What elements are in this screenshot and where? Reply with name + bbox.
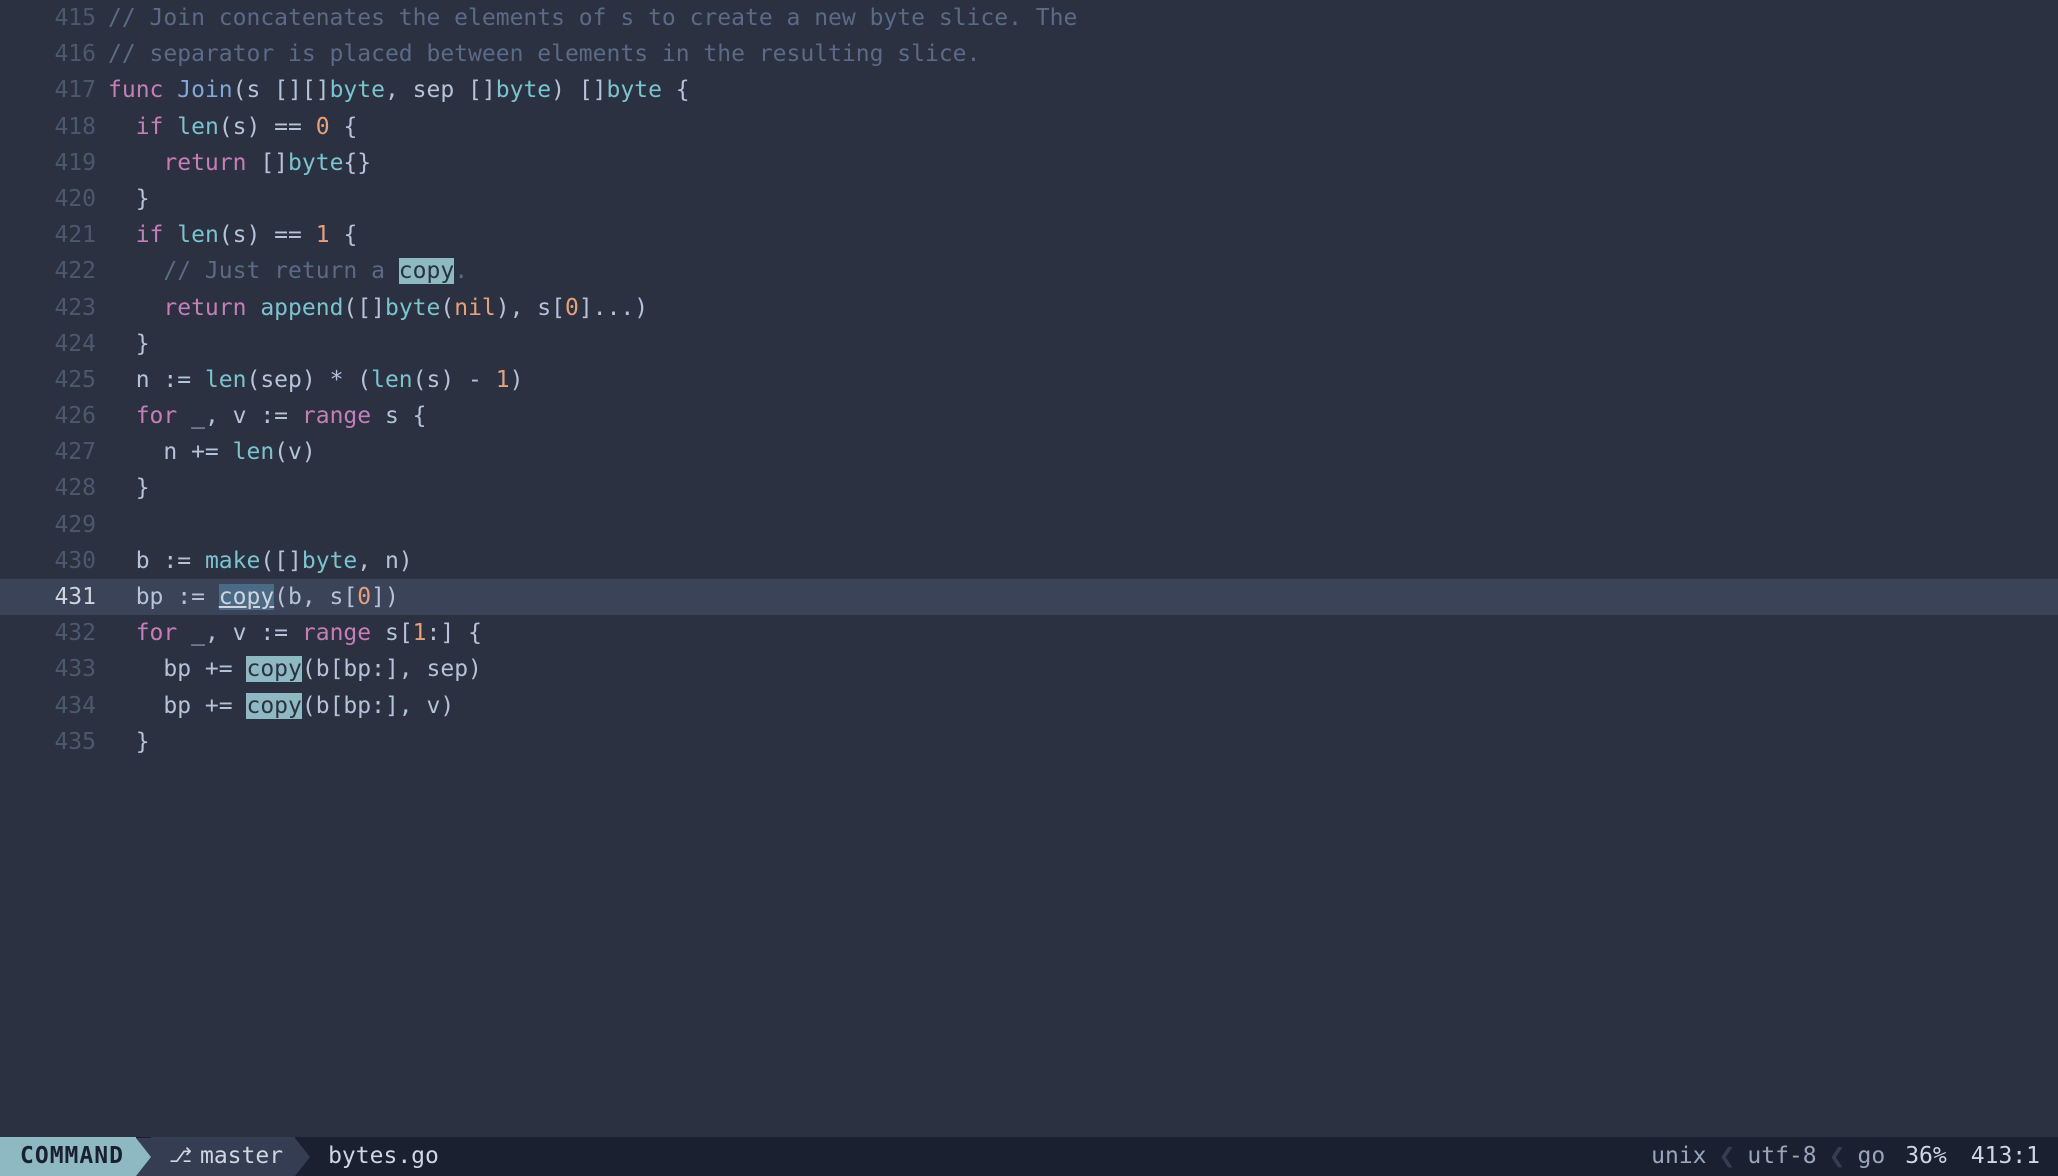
code-content[interactable]: return append([]byte(nil), s[0]...)	[108, 290, 2058, 326]
line-number: 418	[0, 109, 108, 145]
code-content[interactable]: bp += copy(b[bp:], sep)	[108, 651, 2058, 687]
code-line[interactable]: 421 if len(s) == 1 {	[0, 217, 2058, 253]
code-content[interactable]: n += len(v)	[108, 434, 2058, 470]
line-number: 417	[0, 72, 108, 108]
code-line[interactable]: 432 for _, v := range s[1:] {	[0, 615, 2058, 651]
code-content[interactable]: func Join(s [][]byte, sep []byte) []byte…	[108, 72, 2058, 108]
code-line[interactable]: 430 b := make([]byte, n)	[0, 543, 2058, 579]
code-content[interactable]: return []byte{}	[108, 145, 2058, 181]
line-number: 415	[0, 0, 108, 36]
code-line[interactable]: 428 }	[0, 470, 2058, 506]
line-number: 431	[0, 579, 108, 615]
code-line[interactable]: 429	[0, 507, 2058, 543]
mode-label: COMMAND	[20, 1138, 124, 1174]
code-line[interactable]: 416// separator is placed between elemen…	[0, 36, 2058, 72]
search-highlight: copy	[399, 258, 454, 284]
line-number: 425	[0, 362, 108, 398]
code-content[interactable]: // Join concatenates the elements of s t…	[108, 0, 2058, 36]
line-number: 424	[0, 326, 108, 362]
code-line[interactable]: 427 n += len(v)	[0, 434, 2058, 470]
code-content[interactable]: bp += copy(b[bp:], v)	[108, 688, 2058, 724]
search-highlight: copy	[246, 656, 301, 682]
filetype-label: go	[1850, 1138, 1894, 1174]
code-content[interactable]: }	[108, 724, 2058, 760]
branch-icon: ⎇	[169, 1137, 200, 1173]
code-line[interactable]: 423 return append([]byte(nil), s[0]...)	[0, 290, 2058, 326]
line-number: 427	[0, 434, 108, 470]
code-content[interactable]: for _, v := range s {	[108, 398, 2058, 434]
code-content[interactable]: }	[108, 181, 2058, 217]
code-content[interactable]: for _, v := range s[1:] {	[108, 615, 2058, 651]
search-highlight: copy	[246, 693, 301, 719]
code-line[interactable]: 433 bp += copy(b[bp:], sep)	[0, 651, 2058, 687]
line-number: 432	[0, 615, 108, 651]
search-highlight: copy	[219, 584, 274, 610]
code-content[interactable]: }	[108, 326, 2058, 362]
filename-segment: bytes.go	[310, 1137, 451, 1176]
code-content[interactable]: if len(s) == 1 {	[108, 217, 2058, 253]
line-number: 419	[0, 145, 108, 181]
code-line[interactable]: 434 bp += copy(b[bp:], v)	[0, 688, 2058, 724]
line-number: 433	[0, 651, 108, 687]
code-line[interactable]: 419 return []byte{}	[0, 145, 2058, 181]
position-label: 413:1	[1959, 1138, 2058, 1174]
code-content[interactable]: b := make([]byte, n)	[108, 543, 2058, 579]
code-line[interactable]: 418 if len(s) == 0 {	[0, 109, 2058, 145]
branch-segment: ⎇ master	[151, 1137, 295, 1176]
code-content[interactable]: n := len(sep) * (len(s) - 1)	[108, 362, 2058, 398]
line-number: 428	[0, 470, 108, 506]
encoding-label: utf-8	[1739, 1138, 1824, 1174]
line-number: 430	[0, 543, 108, 579]
code-content[interactable]: if len(s) == 0 {	[108, 109, 2058, 145]
code-line[interactable]: 435 }	[0, 724, 2058, 760]
filename-label: bytes.go	[328, 1138, 439, 1174]
percent-label: 36%	[1893, 1138, 1959, 1174]
separator-icon: ❮	[1715, 1138, 1740, 1174]
line-number: 422	[0, 253, 108, 289]
branch-name: master	[200, 1138, 283, 1174]
code-line[interactable]: 431 bp := copy(b, s[0])	[0, 579, 2058, 615]
line-number: 420	[0, 181, 108, 217]
status-line: COMMAND ⎇ master bytes.go unix ❮ utf-8 ❮…	[0, 1137, 2058, 1176]
line-number: 416	[0, 36, 108, 72]
code-content[interactable]: // separator is placed between elements …	[108, 36, 2058, 72]
fileformat-label: unix	[1643, 1138, 1714, 1174]
line-number: 423	[0, 290, 108, 326]
code-content[interactable]: }	[108, 470, 2058, 506]
code-editor[interactable]: 415// Join concatenates the elements of …	[0, 0, 2058, 1137]
code-line[interactable]: 415// Join concatenates the elements of …	[0, 0, 2058, 36]
code-line[interactable]: 422 // Just return a copy.	[0, 253, 2058, 289]
separator-icon	[136, 1138, 151, 1176]
code-line[interactable]: 417func Join(s [][]byte, sep []byte) []b…	[0, 72, 2058, 108]
line-number: 426	[0, 398, 108, 434]
mode-segment: COMMAND	[0, 1137, 136, 1176]
code-line[interactable]: 426 for _, v := range s {	[0, 398, 2058, 434]
separator-icon: ❮	[1825, 1138, 1850, 1174]
code-content[interactable]: bp := copy(b, s[0])	[108, 579, 2058, 615]
line-number: 421	[0, 217, 108, 253]
code-line[interactable]: 424 }	[0, 326, 2058, 362]
code-content[interactable]: // Just return a copy.	[108, 253, 2058, 289]
code-line[interactable]: 420 }	[0, 181, 2058, 217]
separator-icon	[295, 1138, 310, 1176]
line-number: 435	[0, 724, 108, 760]
code-line[interactable]: 425 n := len(sep) * (len(s) - 1)	[0, 362, 2058, 398]
line-number: 434	[0, 688, 108, 724]
line-number: 429	[0, 507, 108, 543]
